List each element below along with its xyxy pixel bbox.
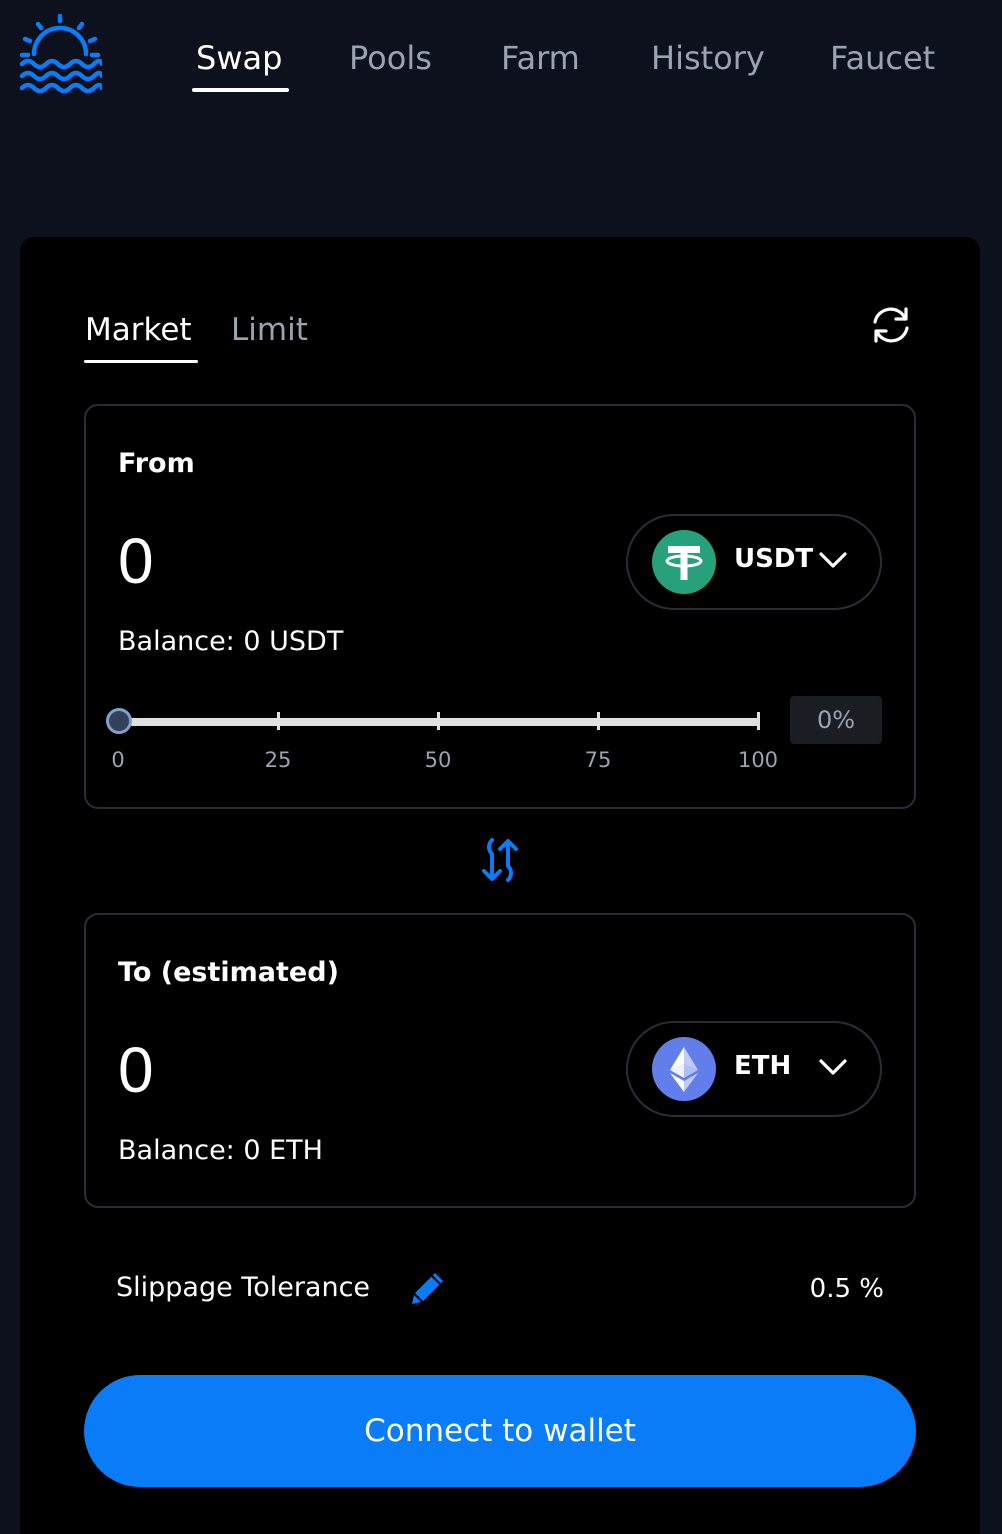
from-amount-input[interactable]	[118, 524, 518, 598]
slippage-value: 0.5 %	[809, 1274, 884, 1304]
slider-tick	[437, 712, 440, 730]
percent-display[interactable]: 0%	[790, 696, 882, 744]
top-navigation: Swap Pools Farm History Faucet	[0, 0, 1002, 120]
amount-percent-slider[interactable]: 0 25 50 75 100	[106, 700, 786, 780]
to-amount-input[interactable]	[118, 1033, 518, 1107]
to-balance: Balance: 0 ETH	[118, 1135, 323, 1166]
slider-tick-label: 50	[424, 748, 452, 772]
slider-tick	[597, 712, 600, 730]
slider-tick-label: 75	[584, 748, 612, 772]
connect-wallet-button[interactable]: Connect to wallet	[84, 1375, 916, 1487]
active-tab-indicator	[192, 88, 289, 92]
tab-limit[interactable]: Limit	[231, 308, 308, 352]
slider-tick-label: 100	[737, 748, 779, 772]
to-token-symbol: ETH	[734, 1051, 792, 1081]
eth-icon	[652, 1037, 716, 1101]
swap-direction-icon[interactable]	[472, 832, 528, 888]
edit-pencil-icon[interactable]	[408, 1268, 448, 1308]
chevron-down-icon	[819, 1059, 847, 1075]
slippage-label: Slippage Tolerance	[116, 1272, 371, 1303]
nav-tab-farm[interactable]: Farm	[501, 36, 580, 80]
slider-tick-label: 0	[111, 748, 125, 772]
chevron-down-icon	[819, 552, 847, 568]
to-panel: To (estimated) Balance: 0 ETH ETH	[84, 913, 916, 1208]
nav-tab-faucet[interactable]: Faucet	[830, 36, 935, 80]
nav-tab-swap[interactable]: Swap	[196, 36, 282, 80]
slider-tick	[757, 712, 760, 730]
from-panel: From Balance: 0 USDT USDT 0 25 50 75 100…	[84, 404, 916, 809]
sunrise-logo-icon[interactable]	[18, 12, 102, 96]
to-label: To (estimated)	[118, 957, 339, 988]
from-label: From	[118, 448, 195, 479]
usdt-icon	[652, 530, 716, 594]
nav-tab-history[interactable]: History	[651, 36, 765, 80]
tab-market[interactable]: Market	[85, 308, 192, 352]
mode-tab-indicator	[84, 360, 198, 363]
slider-tick	[277, 712, 280, 730]
from-token-select[interactable]: USDT	[626, 514, 882, 610]
from-balance: Balance: 0 USDT	[118, 626, 344, 657]
refresh-icon[interactable]	[868, 302, 914, 348]
from-token-symbol: USDT	[734, 544, 814, 574]
nav-tab-pools[interactable]: Pools	[349, 36, 432, 80]
slider-thumb[interactable]	[106, 708, 132, 734]
to-token-select[interactable]: ETH	[626, 1021, 882, 1117]
slider-tick-label: 25	[264, 748, 292, 772]
